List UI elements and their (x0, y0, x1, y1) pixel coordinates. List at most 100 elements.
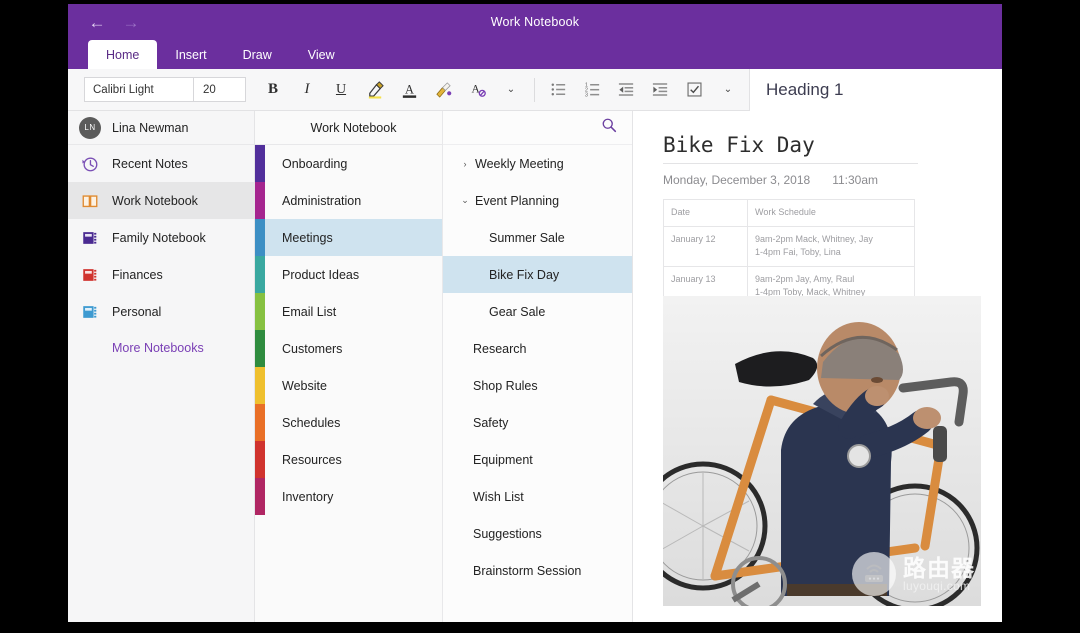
style-selector[interactable]: Heading 1 (749, 68, 1002, 111)
section-color-tab (255, 256, 265, 293)
section-item-customers[interactable]: Customers (265, 330, 442, 367)
note-date: Monday, December 3, 2018 (663, 173, 811, 187)
account-name: Lina Newman (112, 120, 189, 135)
tab-view[interactable]: View (290, 40, 353, 69)
page-item-bike-fix-day[interactable]: Bike Fix Day (443, 256, 632, 293)
sidebar-item-family-notebook[interactable]: Family Notebook (68, 219, 254, 256)
watermark-en: luyouqi.com (903, 578, 971, 593)
format-painter-icon[interactable] (426, 75, 460, 105)
page-item-event-planning[interactable]: ⌄ Event Planning (443, 182, 632, 219)
font-size-input[interactable]: 20 (194, 77, 246, 102)
note-timestamp: Monday, December 3, 2018 11:30am (663, 173, 878, 187)
font-options-chevron-down-icon[interactable]: ⌄ (494, 75, 528, 105)
page-item-weekly-meeting[interactable]: › Weekly Meeting (443, 145, 632, 182)
chevron-right-icon[interactable]: › (457, 159, 473, 169)
page-item-label: Summer Sale (489, 230, 565, 245)
section-color-tab (255, 441, 265, 478)
sidebar-item-recent-notes[interactable]: Recent Notes (68, 145, 254, 182)
page-item-brainstorm-session[interactable]: Brainstorm Session (443, 552, 632, 589)
page-item-equipment[interactable]: Equipment (443, 441, 632, 478)
page-item-label: Gear Sale (489, 304, 546, 319)
page-item-suggestions[interactable]: Suggestions (443, 515, 632, 552)
chevron-down-icon[interactable]: ⌄ (457, 195, 473, 206)
svg-text:A: A (405, 82, 414, 96)
section-item-resources[interactable]: Resources (265, 441, 442, 478)
page-item-gear-sale[interactable]: Gear Sale (443, 293, 632, 330)
section-item-email-list[interactable]: Email List (265, 293, 442, 330)
sidebar-item-finances[interactable]: Finances (68, 256, 254, 293)
title-bar: ← → Work Notebook (68, 4, 1002, 40)
page-item-label: Safety (473, 415, 509, 430)
bulleted-list-icon[interactable] (541, 75, 575, 105)
section-item-product-ideas[interactable]: Product Ideas (265, 256, 442, 293)
table-cell-schedule: 9am-2pm Mack, Whitney, Jay 1-4pm Fai, Tob… (747, 225, 915, 267)
section-item-onboarding[interactable]: Onboarding (265, 145, 442, 182)
table-row[interactable]: January 12 9am-2pm Mack, Whitney, Jay 1-4… (663, 225, 915, 267)
paragraph-options-chevron-down-icon[interactable]: ⌄ (711, 75, 745, 105)
forward-arrow-icon[interactable]: → (114, 7, 148, 37)
onenote-window: ← → Work Notebook Home Insert Draw View … (68, 4, 1002, 622)
bold-button[interactable]: B (256, 75, 290, 105)
notebook-sidebar: LN Lina Newman Recent Notes Work Noteboo… (68, 111, 255, 622)
page-item-label: Brainstorm Session (473, 563, 582, 578)
section-item-schedules[interactable]: Schedules (265, 404, 442, 441)
more-notebooks-link[interactable]: More Notebooks (68, 330, 254, 366)
window-title: Work Notebook (490, 15, 580, 29)
section-list-pane: Work Notebook Onboarding Administration … (255, 111, 443, 622)
section-color-tab (255, 145, 265, 182)
section-color-tabs (255, 145, 265, 622)
sidebar-item-label: Finances (112, 267, 163, 282)
clear-formatting-icon[interactable]: A (460, 75, 494, 105)
italic-button[interactable]: I (290, 75, 324, 105)
increase-indent-icon[interactable] (643, 75, 677, 105)
section-item-meetings[interactable]: Meetings (265, 219, 442, 256)
page-item-label: Bike Fix Day (489, 267, 560, 282)
section-item-administration[interactable]: Administration (265, 182, 442, 219)
router-icon (852, 552, 896, 596)
page-item-label: Wish List (473, 489, 524, 504)
notebook-icon (79, 301, 101, 323)
numbered-list-icon[interactable]: 1 2 3 (575, 75, 609, 105)
page-item-safety[interactable]: Safety (443, 404, 632, 441)
section-item-website[interactable]: Website (265, 367, 442, 404)
page-item-shop-rules[interactable]: Shop Rules (443, 367, 632, 404)
sidebar-item-personal[interactable]: Personal (68, 293, 254, 330)
notebook-icon (79, 264, 101, 286)
font-color-icon[interactable]: A (392, 75, 426, 105)
section-pane-header: Work Notebook (255, 111, 442, 145)
highlighter-icon[interactable] (358, 75, 392, 105)
page-item-label: Research (473, 341, 527, 356)
formatting-toolbar: Calibri Light 20 B I U A A ⌄ 1 2 3 ⌄ Hea… (68, 68, 1002, 111)
search-icon[interactable] (600, 116, 618, 139)
note-canvas[interactable]: Bike Fix Day Monday, December 3, 2018 11… (633, 111, 1002, 622)
page-item-wish-list[interactable]: Wish List (443, 478, 632, 515)
page-item-research[interactable]: Research (443, 330, 632, 367)
note-time: 11:30am (832, 173, 879, 187)
back-arrow-icon[interactable]: ← (80, 7, 114, 37)
schedule-table[interactable]: Date Work Schedule January 12 9am-2pm Ma… (663, 199, 915, 307)
page-item-label: Equipment (473, 452, 533, 467)
section-color-tab (255, 293, 265, 330)
section-color-tab (255, 478, 265, 515)
section-color-tab (255, 182, 265, 219)
font-name-input[interactable]: Calibri Light (84, 77, 194, 102)
checkbox-tag-icon[interactable] (677, 75, 711, 105)
table-cell-date: January 12 (663, 225, 748, 267)
table-header-cell: Date (663, 199, 748, 227)
underline-button[interactable]: U (324, 75, 358, 105)
page-item-summer-sale[interactable]: Summer Sale (443, 219, 632, 256)
section-color-tab (255, 219, 265, 256)
sidebar-item-work-notebook[interactable]: Work Notebook (68, 182, 254, 219)
account-row[interactable]: LN Lina Newman (68, 111, 254, 145)
section-item-inventory[interactable]: Inventory (265, 478, 442, 515)
page-title[interactable]: Bike Fix Day (663, 133, 815, 157)
recent-clock-icon (79, 153, 101, 175)
tab-draw[interactable]: Draw (225, 40, 290, 69)
decrease-indent-icon[interactable] (609, 75, 643, 105)
note-image[interactable]: 路由器 luyouqi.com (663, 296, 981, 606)
open-book-icon (79, 190, 101, 212)
page-item-label: Weekly Meeting (475, 156, 564, 171)
svg-text:3: 3 (584, 93, 587, 99)
tab-home[interactable]: Home (88, 40, 158, 69)
tab-insert[interactable]: Insert (157, 40, 224, 69)
